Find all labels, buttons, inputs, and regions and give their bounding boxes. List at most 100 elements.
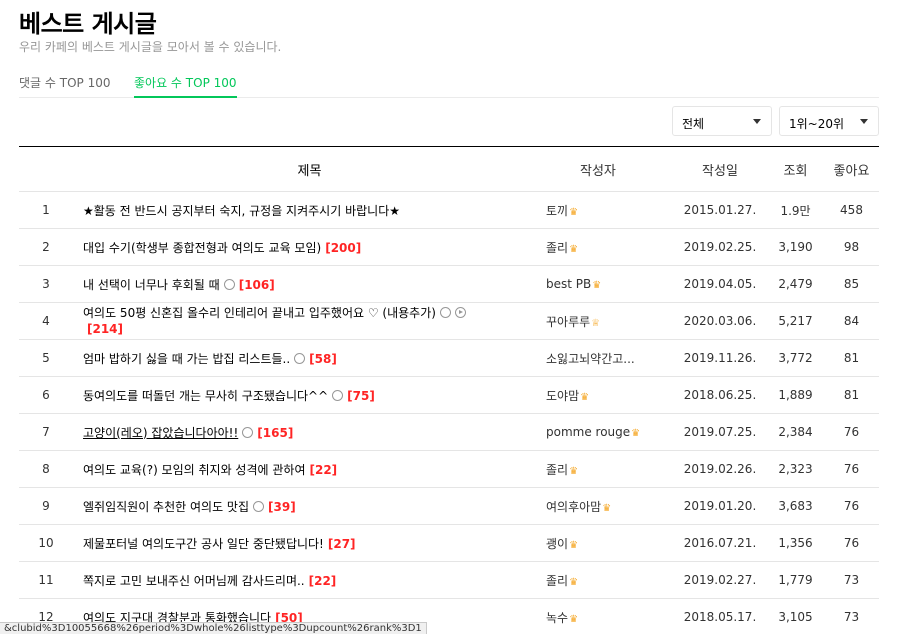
author-cell: pomme rouge♛: [546, 413, 673, 451]
image-icon: [253, 500, 265, 512]
table-row[interactable]: 10 제물포터널 여의도구간 공사 일단 중단됐답니다! [27] 괭이♛ 2016.0…: [19, 524, 879, 562]
comment-count[interactable]: [106]: [239, 278, 275, 292]
like-count: 76: [824, 487, 879, 525]
post-date: 2018.06.25.: [673, 376, 767, 414]
image-icon: [332, 389, 344, 401]
author-cell: 졸리♛: [546, 450, 673, 488]
table-row[interactable]: 8 여의도 교육(?) 모임의 취지와 성격에 관하여 [22] 졸리♛ 2019.02…: [19, 450, 879, 488]
like-count: 98: [824, 228, 879, 266]
like-count: 76: [824, 413, 879, 451]
rank-number: 6: [19, 376, 73, 414]
member-grade-icon: ♕: [591, 317, 601, 329]
like-count: 76: [824, 450, 879, 488]
view-count: 2,323: [767, 450, 824, 488]
table-row[interactable]: 5 엄마 밥하기 싫을 때 가는 밥집 리스트들.. [58] 소잃고뇌약간고... 2…: [19, 339, 879, 377]
post-title-link[interactable]: ★활동 전 반드시 공지부터 숙지, 규정을 지켜주시기 바랍니다★: [83, 204, 400, 218]
header-author: 작성자: [546, 146, 673, 192]
chevron-down-icon: [860, 119, 868, 124]
author-name[interactable]: 꾸아루루: [546, 315, 590, 329]
post-date: 2016.07.21.: [673, 524, 767, 562]
post-title-link[interactable]: 대입 수기(학생부 종합전형과 여의도 교육 모임): [83, 241, 321, 255]
rank-number: 4: [19, 302, 73, 340]
view-count: 5,217: [767, 302, 824, 340]
author-name[interactable]: 여의후아맘: [546, 500, 601, 514]
tab-comment-top100[interactable]: 댓글 수 TOP 100: [19, 74, 110, 98]
rank-number: 2: [19, 228, 73, 266]
comment-count[interactable]: [22]: [310, 463, 338, 477]
post-date: 2019.04.05.: [673, 265, 767, 303]
author-name[interactable]: best PB: [546, 277, 591, 291]
comment-count[interactable]: [27]: [328, 537, 356, 551]
member-grade-icon: ♛: [569, 576, 579, 588]
post-date: 2019.02.26.: [673, 450, 767, 488]
comment-count[interactable]: [214]: [87, 322, 123, 336]
post-date: 2019.02.25.: [673, 228, 767, 266]
table-row[interactable]: 2 대입 수기(학생부 종합전형과 여의도 교육 모임) [200] 졸리♛ 2019.…: [19, 228, 879, 266]
header-date: 작성일: [673, 146, 767, 192]
author-name[interactable]: 졸리: [546, 574, 568, 588]
author-name[interactable]: 졸리: [546, 241, 568, 255]
header-title: 제목: [73, 146, 546, 192]
member-grade-icon: ♛: [569, 465, 579, 477]
period-select[interactable]: 전체: [672, 106, 772, 136]
table-row[interactable]: 3내 선택이 너무나 후회될 때 [106] best PB♛ 2019.04.05.…: [19, 265, 879, 303]
view-count: 1.9만: [767, 191, 824, 229]
table-header-row: 제목 작성자 작성일 조회 좋아요: [19, 146, 879, 192]
post-title-link[interactable]: 동여의도를 떠돌던 개는 무사히 구조됐습니다^^: [83, 389, 328, 403]
author-name[interactable]: 도야맘: [546, 389, 579, 403]
chevron-down-icon: [753, 119, 761, 124]
comment-count[interactable]: [39]: [268, 500, 296, 514]
member-grade-icon: ♛: [631, 428, 641, 439]
post-title-cell: 제물포터널 여의도구간 공사 일단 중단됐답니다! [27]: [73, 524, 546, 562]
member-grade-icon: ♛: [569, 206, 579, 218]
view-count: 1,889: [767, 376, 824, 414]
comment-count[interactable]: [75]: [347, 389, 375, 403]
post-title-cell: 여의도 교육(?) 모임의 취지와 성격에 관하여 [22]: [73, 450, 546, 488]
author-name[interactable]: 소잃고뇌약간고...: [546, 352, 635, 366]
view-count: 1,356: [767, 524, 824, 562]
author-cell: 여의후아맘♛: [546, 487, 673, 525]
comment-count[interactable]: [165]: [257, 426, 293, 440]
table-row[interactable]: 9 엘쥐임직원이 추천한 여의도 맛집 [39] 여의후아맘♛ 2019.01.20. 3…: [19, 487, 879, 525]
author-name[interactable]: 졸리: [546, 463, 568, 477]
view-count: 2,384: [767, 413, 824, 451]
author-name[interactable]: 토끼: [546, 204, 568, 218]
table-row[interactable]: 11 쪽지로 고민 보내주신 어머님께 감사드리며.. [22] 졸리♛ 2019.02…: [19, 561, 879, 599]
post-title-link[interactable]: 제물포터널 여의도구간 공사 일단 중단됐답니다!: [83, 537, 324, 551]
post-title-link[interactable]: 엘쥐임직원이 추천한 여의도 맛집: [83, 500, 249, 514]
post-title-link[interactable]: 내 선택이 너무나 후회될 때: [83, 278, 220, 292]
table-row[interactable]: 6 동여의도를 떠돌던 개는 무사히 구조됐습니다^^ [75] 도야맘♛ 2018.0…: [19, 376, 879, 414]
comment-count[interactable]: [58]: [309, 352, 337, 366]
post-title-cell: ★활동 전 반드시 공지부터 숙지, 규정을 지켜주시기 바랍니다★: [73, 191, 546, 229]
post-title-cell: 내 선택이 너무나 후회될 때 [106]: [73, 265, 546, 303]
table-row[interactable]: 7 고양이(레오) 잡았습니다아아!! [165] pomme rouge♛ 2019.…: [19, 413, 879, 451]
like-count: 73: [824, 598, 879, 634]
rank-range-select[interactable]: 1위~20위: [779, 106, 879, 136]
comment-count[interactable]: [22]: [309, 574, 337, 588]
rank-number: 3: [19, 265, 73, 303]
rank-number: 10: [19, 524, 73, 562]
author-cell: 괭이♛: [546, 524, 673, 562]
post-title-link[interactable]: 엄마 밥하기 싫을 때 가는 밥집 리스트들..: [83, 352, 290, 366]
member-grade-icon: ♛: [569, 539, 579, 551]
tab-like-top100[interactable]: 좋아요 수 TOP 100: [134, 74, 237, 98]
post-title-link[interactable]: 쪽지로 고민 보내주신 어머님께 감사드리며..: [83, 574, 305, 588]
author-name[interactable]: 녹수: [546, 611, 568, 625]
author-name[interactable]: 괭이: [546, 537, 568, 551]
header-likes: 좋아요: [824, 146, 879, 192]
table-body: 1 ★활동 전 반드시 공지부터 숙지, 규정을 지켜주시기 바랍니다★ 토끼♛ 20…: [19, 191, 879, 634]
table-row[interactable]: 4 여의도 50평 신혼집 올수리 인테리어 끝내고 입주했어요 ♡ (내용추가)…: [19, 302, 879, 340]
post-title-link[interactable]: 여의도 50평 신혼집 올수리 인테리어 끝내고 입주했어요 ♡ (내용추가): [83, 306, 436, 320]
post-date: 2019.07.25.: [673, 413, 767, 451]
comment-count[interactable]: [200]: [325, 241, 361, 255]
table-row[interactable]: 1 ★활동 전 반드시 공지부터 숙지, 규정을 지켜주시기 바랍니다★ 토끼♛ 20…: [19, 191, 879, 229]
post-title-link[interactable]: 여의도 교육(?) 모임의 취지와 성격에 관하여: [83, 463, 306, 477]
rank-number: 5: [19, 339, 73, 377]
video-icon: [454, 307, 466, 318]
post-title-cell: 고양이(레오) 잡았습니다아아!! [165]: [73, 413, 546, 451]
best-posts-table: 제목 작성자 작성일 조회 좋아요 1 ★활동 전 반드시 공지부터 숙지, 규정…: [19, 146, 879, 634]
post-title-link[interactable]: 고양이(레오) 잡았습니다아아!!: [83, 426, 238, 440]
image-icon: [439, 307, 451, 318]
view-count: 3,772: [767, 339, 824, 377]
author-name[interactable]: pomme rouge: [546, 425, 630, 439]
